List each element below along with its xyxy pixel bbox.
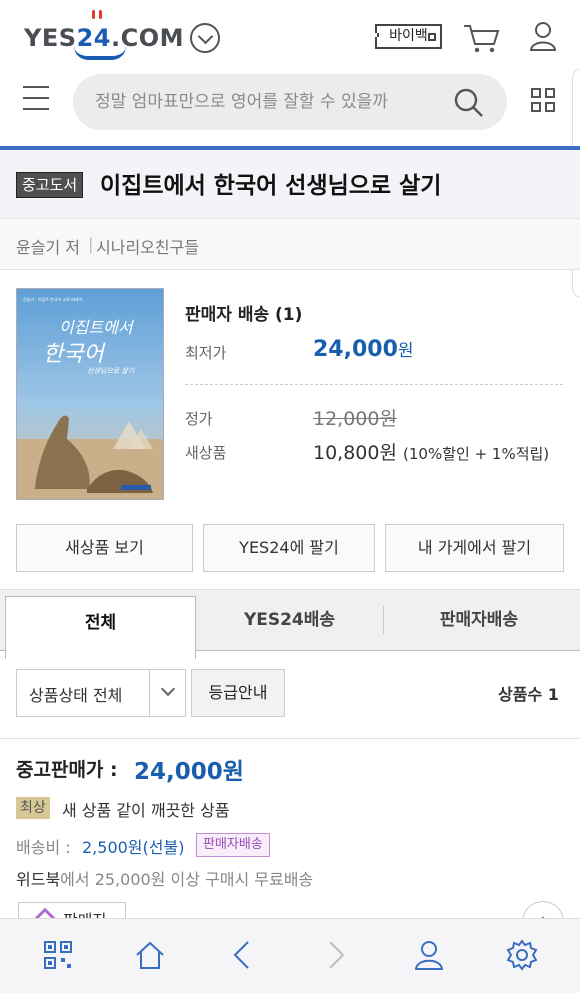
forward-icon[interactable] [319,939,351,971]
lowest-price: 24,000원 [313,337,414,362]
search-input[interactable] [95,88,431,116]
cover-title: 이집트에서 [59,318,135,337]
seller-delivery-badge: 판매자배송 [196,833,270,857]
page-title: 이집트에서 한국어 선생님으로 살기 [100,173,442,199]
list-price-label: 정가 [185,410,213,428]
top-bar: YES24.COM 바이백 [0,0,580,75]
category-grid-icon[interactable] [531,88,557,114]
logo-mark [92,10,95,19]
book-cover[interactable]: 윤슬기 · 이집트 한국어 교육 에세이 이집트에서 한국어 선생님으로 살기 [16,288,164,500]
sell-in-my-store-button[interactable]: 내 가게에서 팔기 [385,524,564,572]
shipping-label: 배송비 : [16,838,71,857]
logo-smile [74,46,126,60]
author-link[interactable]: 윤슬기 저 [16,234,80,258]
separator: | [88,234,94,253]
home-icon[interactable] [134,939,166,971]
free-shipping-note: 위드북에서 25,000원 이상 구매시 무료배송 [16,870,314,889]
shipping-fee: 2,500원(선불) [82,838,185,857]
yes24-logo[interactable]: YES24.COM [24,10,184,60]
chevron-down-icon [160,681,176,697]
publisher-link[interactable]: 시나리오친구들 [96,234,199,258]
menu-icon[interactable] [23,86,49,114]
search-icon[interactable] [454,88,484,118]
back-icon[interactable] [227,939,259,971]
list-price: 12,000원 [313,408,397,430]
seller-shipping-title: 판매자 배송 (1) [185,305,303,325]
view-new-button[interactable]: 새상품 보기 [16,524,193,572]
select-divider [149,670,150,716]
chevron-down-icon[interactable] [190,23,220,53]
tab-seller-delivery[interactable]: 판매자배송 [384,590,574,652]
item-count: 상품수 1 [498,685,559,704]
search-bar[interactable] [73,74,507,130]
grade-description: 새 상품 같이 깨끗한 상품 [62,801,230,820]
divider [185,384,563,385]
cover-top-text: 윤슬기 · 이집트 한국어 교육 에세이 [23,296,82,302]
tab-bar: 전체 YES24배송 판매자배송 [0,589,580,659]
cover-title: 한국어 [43,342,106,367]
user-icon[interactable] [413,939,445,971]
tab-divider [383,606,384,634]
qr-code-icon[interactable] [42,939,74,971]
new-price-label: 새상품 [185,444,227,462]
tab-yes24-delivery[interactable]: YES24배송 [196,590,383,652]
cover-image: 윤슬기 · 이집트 한국어 교육 에세이 이집트에서 한국어 선생님으로 살기 [17,289,163,499]
buyback-button[interactable]: 바이백 [373,24,442,49]
used-book-badge: 중고도서 [16,172,84,198]
used-price-label: 중고판매가 : [16,759,118,781]
used-price: 24,000원 [134,759,244,785]
logo-mark [99,10,102,19]
title-area: 중고도서 이집트에서 한국어 선생님으로 살기 [0,150,580,218]
sell-to-yes24-button[interactable]: YES24에 팔기 [203,524,375,572]
seller-name[interactable]: 위드북 [16,870,60,889]
author-row: 윤슬기 저 | 시나리오친구들 [0,218,580,270]
bottom-navigation [0,918,580,993]
condition-select[interactable]: 상품상태 전체 [16,669,186,717]
divider [0,738,580,739]
lowest-price-label: 최저가 [185,344,227,362]
cover-subtitle: 선생님으로 살기 [87,367,135,375]
settings-icon[interactable] [506,939,538,971]
grade-badge: 최상 [16,797,50,819]
condition-select-value: 상품상태 전체 [29,686,123,705]
user-icon[interactable] [528,20,558,52]
tab-all[interactable]: 전체 [5,596,196,659]
cart-icon[interactable] [462,22,502,54]
grade-guide-button[interactable]: 등급안내 [191,669,285,717]
new-price: 10,800원 (10%할인 + 1%적립) [313,442,550,464]
